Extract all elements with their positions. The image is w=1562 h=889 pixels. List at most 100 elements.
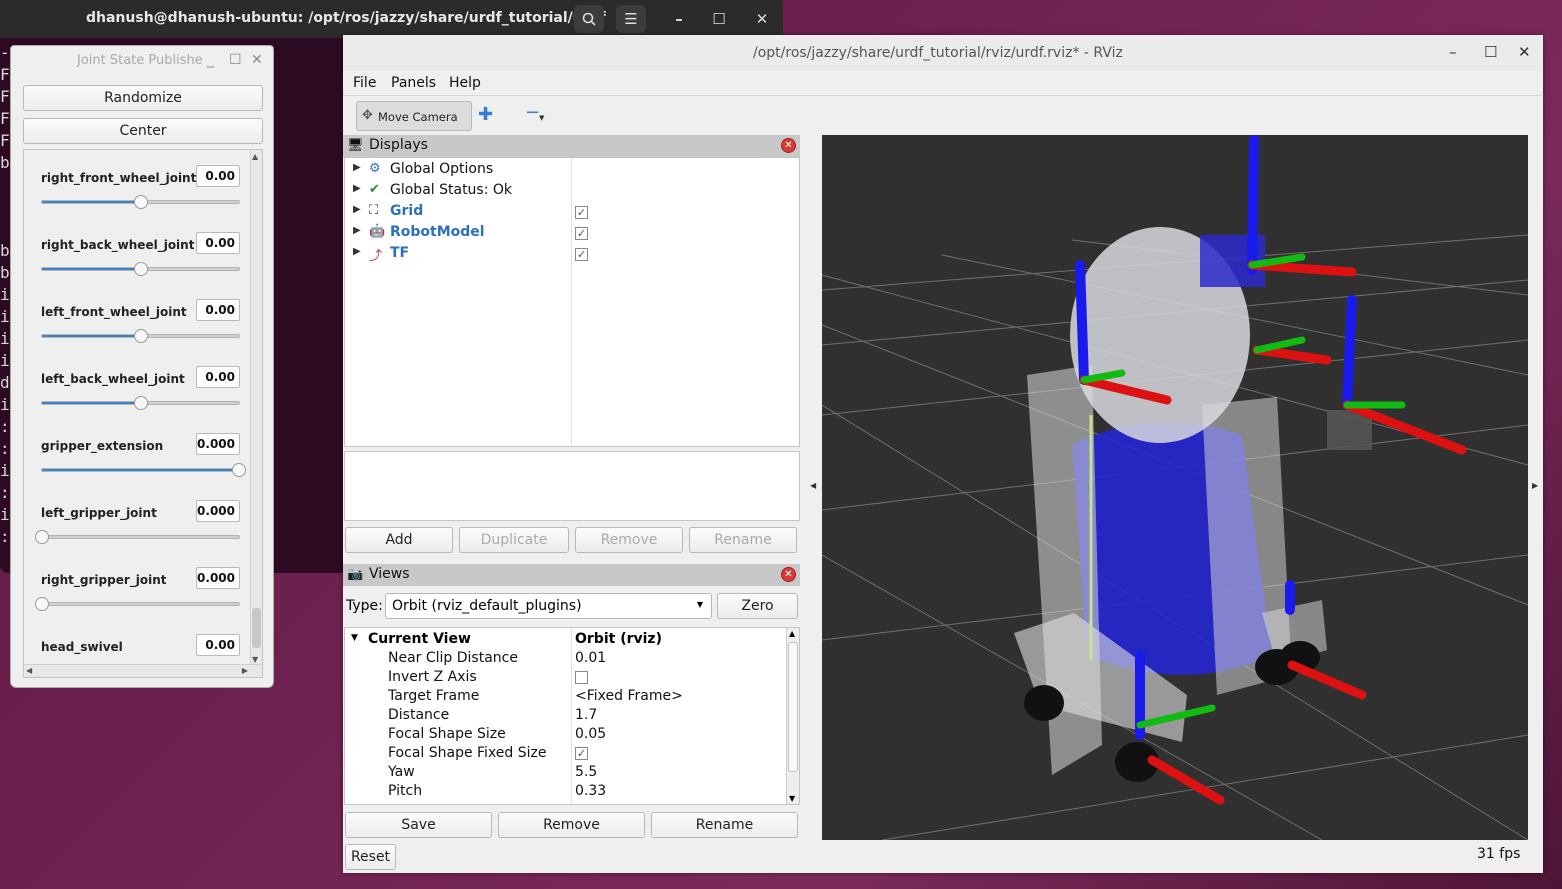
joint-slider[interactable] bbox=[35, 530, 240, 544]
scrollbar-thumb[interactable] bbox=[788, 642, 798, 772]
display-item[interactable]: ▶ ✔ Global Status: Ok bbox=[345, 181, 799, 202]
expand-arrow-icon[interactable]: ▶ bbox=[353, 162, 361, 173]
property-checkbox[interactable]: ✓ bbox=[575, 747, 588, 760]
scroll-right-icon[interactable]: ▶ bbox=[242, 666, 248, 675]
close-views-icon[interactable]: ✕ bbox=[781, 567, 796, 582]
view-property-row[interactable]: Invert Z Axis bbox=[345, 668, 799, 687]
close-icon[interactable]: ✕ bbox=[251, 52, 263, 68]
tool-dropdown-icon[interactable]: ▼ bbox=[539, 114, 544, 122]
display-enable-checkbox[interactable]: ✓ bbox=[575, 248, 588, 261]
view-property-row[interactable]: Focal Shape Size 0.05 bbox=[345, 725, 799, 744]
maximize-icon[interactable]: ☐ bbox=[704, 5, 734, 33]
displays-tree[interactable]: ▶ ⚙ Global Options ▶ ✔ Global Status: Ok ▶ ⛶ Gri… bbox=[344, 157, 800, 447]
joint-slider[interactable] bbox=[41, 262, 240, 276]
reset-button[interactable]: Reset bbox=[345, 844, 396, 870]
save-view-button[interactable]: Save bbox=[345, 812, 492, 838]
remove-display-button[interactable]: Remove bbox=[575, 527, 683, 553]
property-value[interactable]: 0.33 bbox=[575, 783, 606, 799]
center-button[interactable]: Center bbox=[23, 118, 263, 144]
property-value[interactable]: 0.05 bbox=[575, 726, 606, 742]
collapse-left-icon[interactable]: ◀ bbox=[810, 481, 816, 490]
slider-handle[interactable] bbox=[232, 463, 246, 477]
scroll-up-icon[interactable]: ▲ bbox=[789, 629, 795, 638]
joint-slider[interactable] bbox=[41, 463, 246, 477]
property-checkbox[interactable] bbox=[575, 671, 588, 684]
minimize-icon[interactable]: _ bbox=[207, 52, 214, 68]
vertical-scrollbar[interactable]: ▲ ▼ bbox=[250, 150, 262, 666]
expand-arrow-icon[interactable]: ▶ bbox=[353, 183, 361, 194]
maximize-icon[interactable]: ☐ bbox=[229, 52, 242, 68]
property-value[interactable]: 5.5 bbox=[575, 764, 597, 780]
menu-file[interactable]: File bbox=[353, 75, 376, 91]
property-value[interactable]: 1.7 bbox=[575, 707, 597, 723]
property-value[interactable]: <Fixed Frame> bbox=[575, 688, 683, 704]
joint-value-field[interactable]: 0.000 bbox=[196, 433, 240, 455]
remove-view-button[interactable]: Remove bbox=[498, 812, 645, 838]
view-property-row[interactable]: Target Frame <Fixed Frame> bbox=[345, 687, 799, 706]
close-icon[interactable]: ✕ bbox=[747, 5, 777, 33]
scrollbar-thumb[interactable] bbox=[252, 608, 261, 648]
joint-slider[interactable] bbox=[41, 396, 240, 410]
view-property-row[interactable]: Distance 1.7 bbox=[345, 706, 799, 725]
display-item[interactable]: ▶ ⤴ TF ✓ bbox=[345, 244, 799, 265]
add-display-button[interactable]: Add bbox=[345, 527, 453, 553]
expand-arrow-icon[interactable]: ▶ bbox=[353, 225, 361, 236]
display-item[interactable]: ▶ ⛶ Grid ✓ bbox=[345, 202, 799, 223]
joint-value-field[interactable]: 0.00 bbox=[196, 634, 240, 656]
menu-panels[interactable]: Panels bbox=[391, 75, 436, 91]
view-property-row[interactable]: Yaw 5.5 bbox=[345, 763, 799, 782]
display-enable-checkbox[interactable]: ✓ bbox=[575, 206, 588, 219]
joint-slider[interactable] bbox=[41, 329, 240, 343]
joint-value-field[interactable]: 0.00 bbox=[196, 165, 240, 187]
vertical-scrollbar[interactable]: ▲ ▼ bbox=[786, 628, 799, 804]
joint-slider[interactable] bbox=[41, 195, 240, 209]
display-item[interactable]: ▶ 🤖 RobotModel ✓ bbox=[345, 223, 799, 244]
slider-handle[interactable] bbox=[133, 262, 148, 276]
current-view-row[interactable]: ▼ Current View Orbit (rviz) bbox=[345, 630, 799, 649]
close-displays-icon[interactable]: ✕ bbox=[781, 138, 796, 153]
zero-button[interactable]: Zero bbox=[717, 593, 798, 619]
expand-arrow-icon[interactable]: ▼ bbox=[351, 633, 358, 643]
joint-value-field[interactable]: 0.00 bbox=[196, 299, 240, 321]
scroll-down-icon[interactable]: ▼ bbox=[252, 655, 258, 664]
duplicate-display-button[interactable]: Duplicate bbox=[459, 527, 569, 553]
joint-slider[interactable] bbox=[35, 597, 240, 611]
rename-display-button[interactable]: Rename bbox=[689, 527, 797, 553]
move-camera-button[interactable]: ✥ Move Camera bbox=[356, 101, 472, 131]
expand-arrow-icon[interactable]: ▶ bbox=[353, 246, 361, 257]
slider-handle[interactable] bbox=[35, 530, 49, 544]
add-tool-icon[interactable]: ✚ bbox=[478, 104, 493, 125]
slider-handle[interactable] bbox=[133, 396, 148, 410]
menu-help[interactable]: Help bbox=[449, 75, 481, 91]
slider-handle[interactable] bbox=[133, 195, 148, 209]
rename-view-button[interactable]: Rename bbox=[651, 812, 798, 838]
close-icon[interactable]: ✕ bbox=[1518, 43, 1531, 61]
property-value[interactable]: 0.01 bbox=[575, 650, 606, 666]
slider-handle[interactable] bbox=[35, 597, 49, 611]
expand-arrow-icon[interactable]: ▶ bbox=[353, 204, 361, 215]
remove-tool-icon[interactable]: − bbox=[525, 102, 540, 123]
view-property-row[interactable]: Pitch 0.33 bbox=[345, 782, 799, 801]
joint-value-field[interactable]: 0.000 bbox=[196, 567, 240, 589]
search-icon[interactable] bbox=[574, 5, 604, 33]
display-enable-checkbox[interactable]: ✓ bbox=[575, 227, 588, 240]
3d-viewport[interactable] bbox=[822, 135, 1528, 840]
views-properties[interactable]: ▼ Current View Orbit (rviz) Near Clip Di… bbox=[344, 627, 800, 805]
view-property-row[interactable]: Focal Shape Fixed Size ✓ bbox=[345, 744, 799, 763]
horizontal-scrollbar[interactable]: ◀ ▶ bbox=[24, 664, 262, 677]
randomize-button[interactable]: Randomize bbox=[23, 85, 263, 111]
view-property-row[interactable]: Near Clip Distance 0.01 bbox=[345, 649, 799, 668]
joint-value-field[interactable]: 0.000 bbox=[196, 500, 240, 522]
joint-list[interactable]: right_front_wheel_joint 0.00 right_back_wh… bbox=[23, 149, 263, 678]
scroll-down-icon[interactable]: ▼ bbox=[789, 794, 795, 803]
scroll-up-icon[interactable]: ▲ bbox=[252, 152, 258, 161]
collapse-right-icon[interactable]: ▶ bbox=[1532, 481, 1538, 490]
hamburger-menu-icon[interactable]: ☰ bbox=[616, 5, 646, 33]
minimize-icon[interactable]: – bbox=[664, 5, 694, 33]
minimize-icon[interactable]: – bbox=[1449, 43, 1457, 61]
joint-value-field[interactable]: 0.00 bbox=[196, 366, 240, 388]
view-type-select[interactable]: Orbit (rviz_default_plugins) ▼ bbox=[385, 593, 712, 619]
joint-value-field[interactable]: 0.00 bbox=[196, 232, 240, 254]
scroll-left-icon[interactable]: ◀ bbox=[26, 666, 32, 675]
slider-handle[interactable] bbox=[133, 329, 148, 343]
